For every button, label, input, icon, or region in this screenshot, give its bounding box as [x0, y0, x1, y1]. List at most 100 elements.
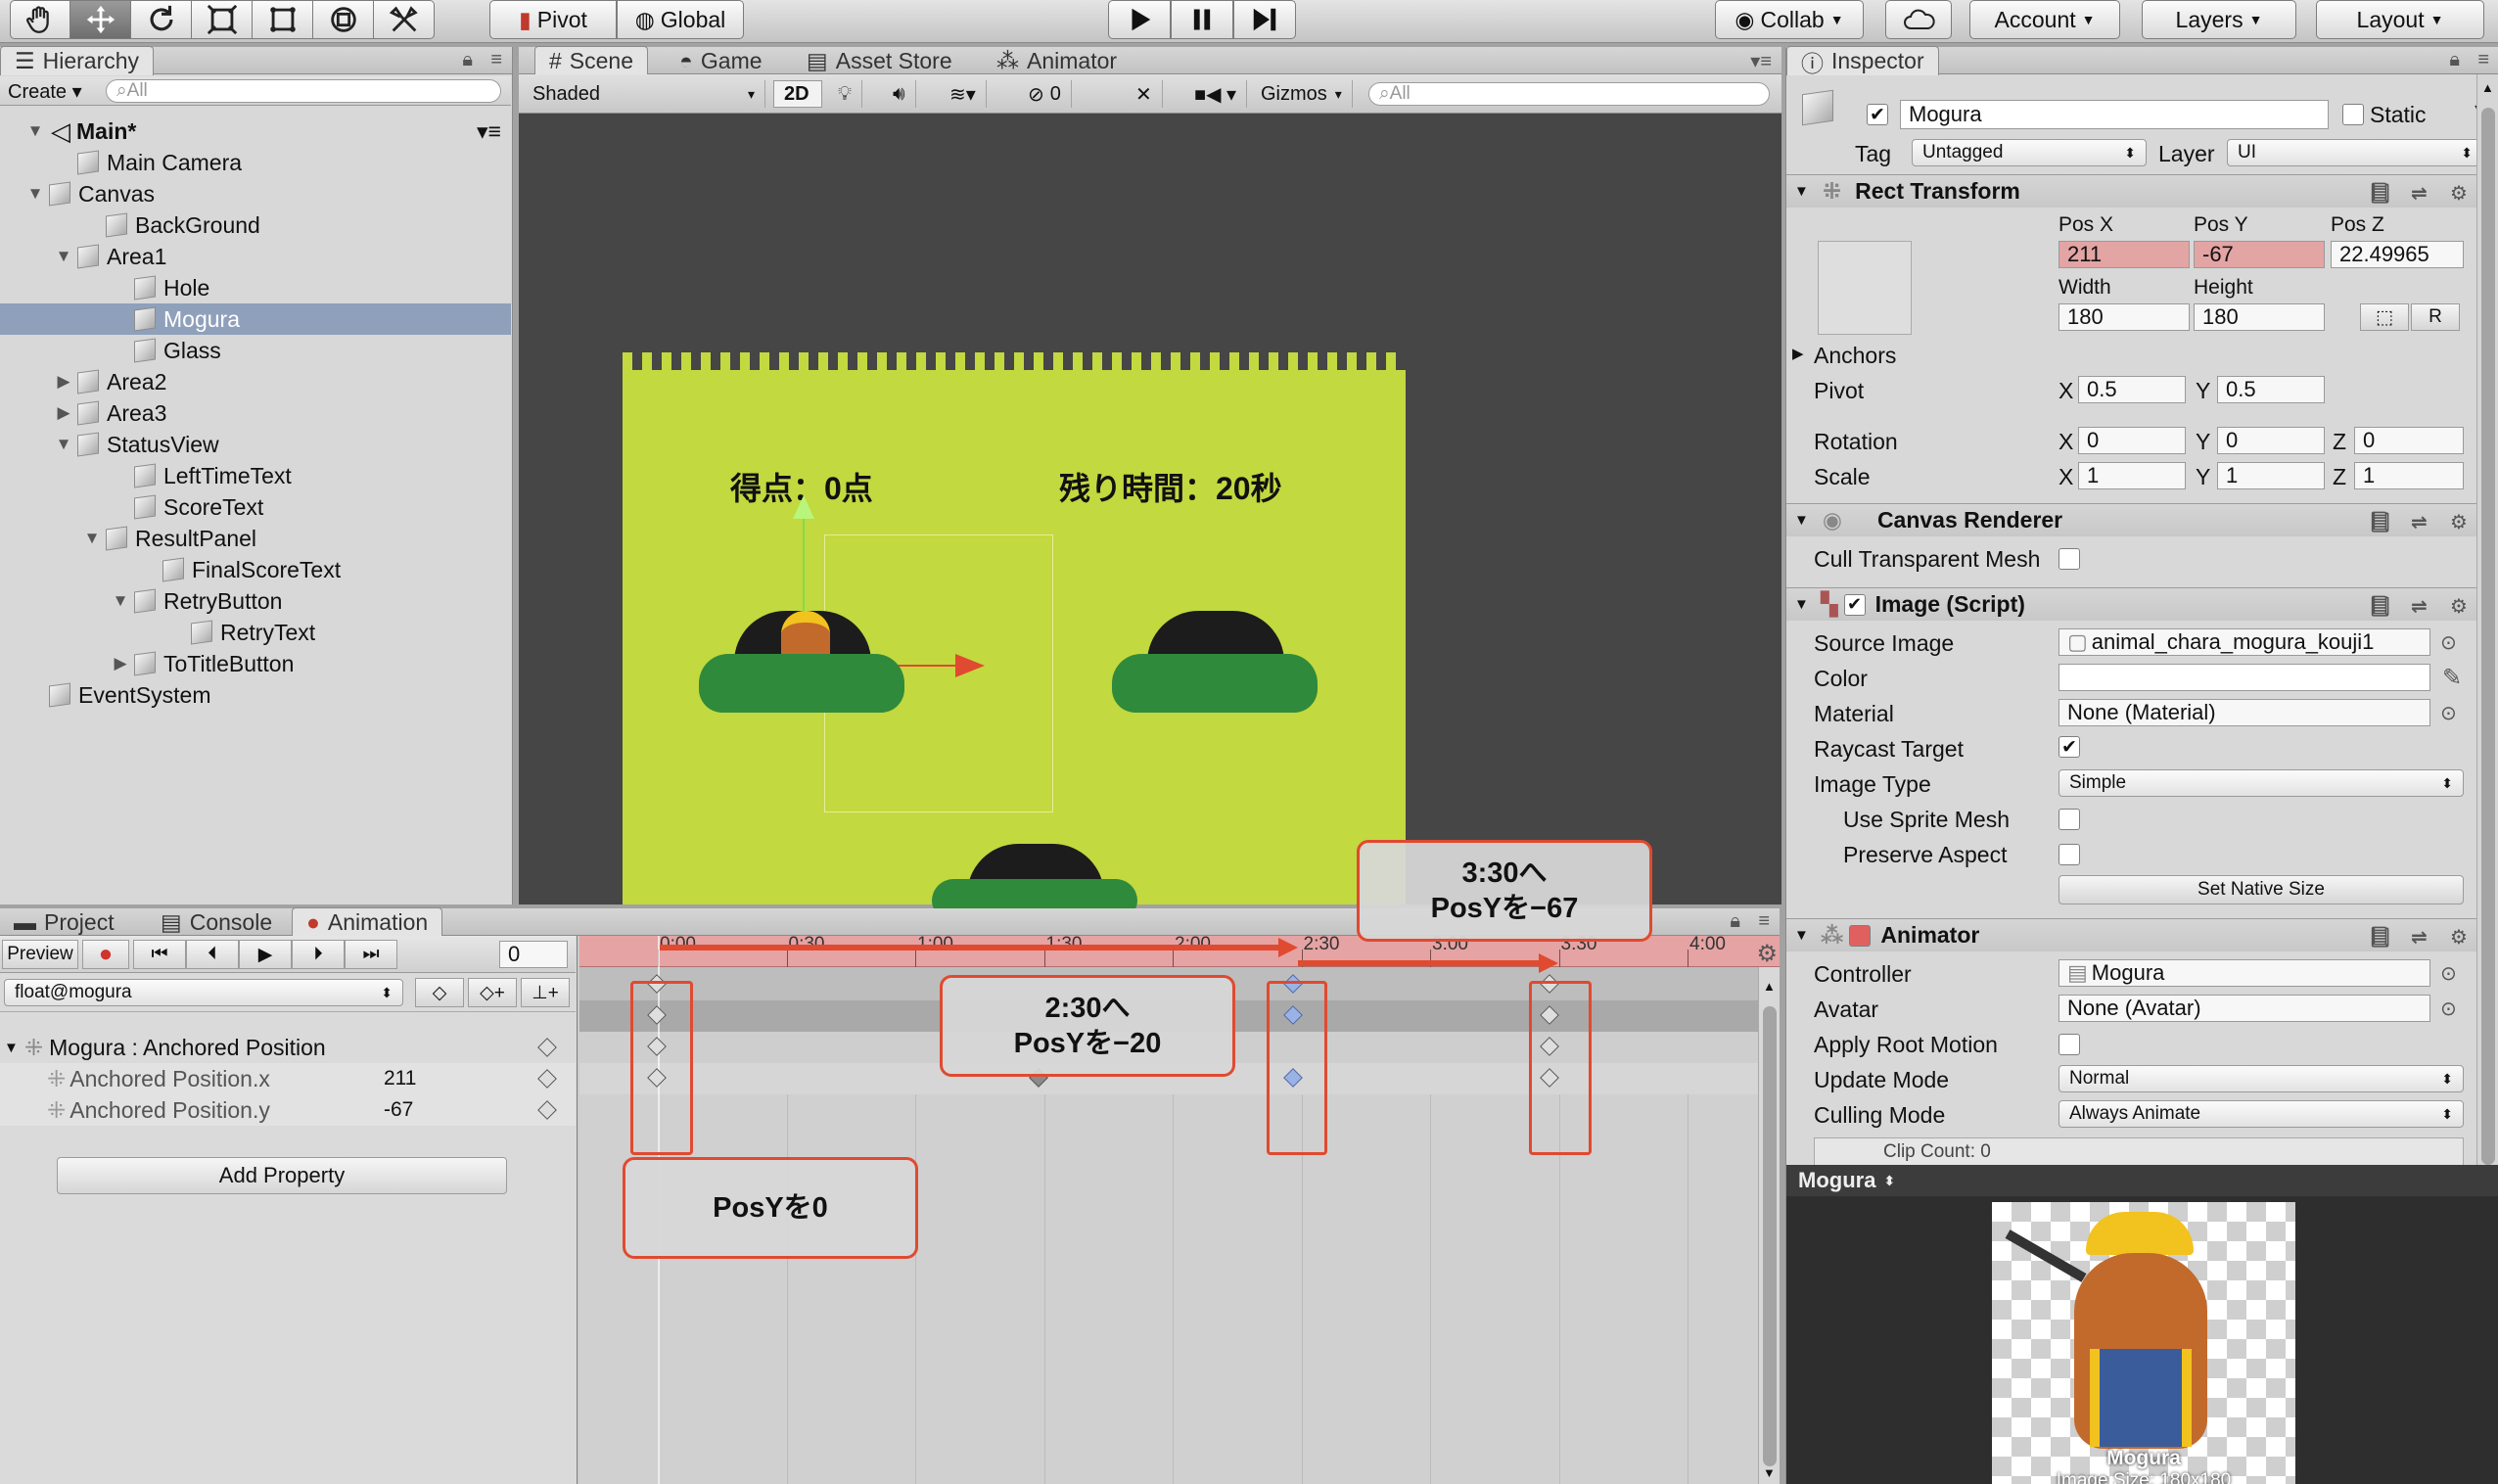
camera-dropdown[interactable]: ■◀ ▾	[1184, 80, 1248, 108]
lock-icon[interactable]: 🔒︎	[1730, 910, 1740, 933]
object-picker-icon[interactable]: ⊙	[2440, 997, 2457, 1021]
create-dropdown[interactable]: Create ▾	[8, 79, 82, 104]
scale-tool-button[interactable]	[192, 0, 253, 39]
help-book-icon[interactable]: 📘︎	[2368, 925, 2392, 950]
gear-icon[interactable]: ⚙	[2450, 510, 2468, 534]
scene-root-row[interactable]: ▼ ◁ Main* ▾≡	[0, 116, 511, 147]
expand-arrow-icon[interactable]: ▶	[1792, 345, 1804, 362]
avatar-field[interactable]: None (Avatar)	[2059, 995, 2430, 1022]
rect-tool-button[interactable]	[253, 0, 313, 39]
gear-icon[interactable]: ⚙	[2450, 594, 2468, 619]
raycast-checkbox[interactable]: ✔	[2059, 736, 2080, 758]
preset-icon[interactable]: ⇌	[2411, 181, 2428, 206]
add-event-button[interactable]: ◇+	[468, 978, 517, 1007]
preset-icon[interactable]: ⇌	[2411, 594, 2428, 619]
tab-scene[interactable]: # Scene	[534, 46, 649, 75]
scroll-thumb[interactable]	[1763, 1006, 1777, 1466]
help-book-icon[interactable]: 📘︎	[2368, 594, 2392, 619]
object-name-input[interactable]: Mogura	[1900, 100, 2329, 129]
record-button[interactable]: ●	[82, 940, 129, 969]
2d-toggle[interactable]: 2D	[773, 80, 822, 108]
scroll-up-icon[interactable]: ▲	[1763, 979, 1776, 994]
keyframe-diamond-icon[interactable]	[537, 1100, 557, 1120]
hierarchy-item[interactable]: ▼ ResultPanel	[0, 523, 511, 554]
animator-header[interactable]: ▼ ⁂ Animator 📘︎ ⇌ ⚙	[1786, 918, 2495, 951]
culling-mode-dropdown[interactable]: Always Animate ⬍	[2059, 1100, 2464, 1128]
effects-dropdown[interactable]: ≋▾	[940, 80, 987, 108]
scene-tools-button[interactable]: ✕	[1126, 80, 1163, 108]
expand-arrow-icon[interactable]: ▶	[54, 372, 73, 392]
height-input[interactable]: 180	[2194, 303, 2325, 331]
hierarchy-search-input[interactable]: ⌕ All	[106, 79, 501, 103]
hierarchy-item[interactable]: Hole	[0, 272, 511, 303]
material-field[interactable]: None (Material)	[2059, 699, 2430, 726]
clip-dropdown[interactable]: float@mogura ⬍	[4, 979, 403, 1006]
tab-inspector[interactable]: ⓘ Inspector	[1786, 46, 1939, 76]
panel-menu-icon[interactable]: ≡	[2477, 49, 2489, 71]
color-field[interactable]	[2059, 664, 2430, 691]
help-book-icon[interactable]: 📘︎	[2368, 181, 2392, 206]
tab-animator[interactable]: ⁂ Animator	[983, 47, 1131, 74]
layer-dropdown[interactable]: UI ⬍	[2227, 139, 2483, 166]
source-image-field[interactable]: ▢ animal_chara_mogura_kouji1	[2059, 628, 2430, 656]
expand-arrow-icon[interactable]: ▼	[54, 435, 73, 454]
static-checkbox[interactable]	[2342, 104, 2364, 125]
scroll-thumb[interactable]	[2481, 108, 2495, 1165]
hierarchy-item[interactable]: Mogura	[0, 303, 511, 335]
frame-input[interactable]: 0	[499, 941, 568, 968]
posx-input[interactable]: 211	[2059, 241, 2190, 268]
animator-enabled-checkbox[interactable]	[1849, 924, 1872, 947]
image-type-dropdown[interactable]: Simple ⬍	[2059, 769, 2464, 797]
property-row-y[interactable]: ⁜ Anchored Position.y -67	[0, 1094, 576, 1126]
hierarchy-item[interactable]: Glass	[0, 335, 511, 366]
add-event-marker-button[interactable]: ⊥+	[521, 978, 570, 1007]
hierarchy-item[interactable]: ▶ Area3	[0, 397, 511, 429]
scene-menu-icon[interactable]: ▾≡	[477, 118, 501, 145]
anchor-presets-button[interactable]	[1818, 241, 1912, 335]
custom-tool-button[interactable]	[374, 0, 435, 39]
scale-y-input[interactable]: 1	[2217, 462, 2325, 489]
set-native-size-button[interactable]: Set Native Size	[2059, 875, 2464, 904]
expand-arrow-icon[interactable]: ▶	[54, 403, 73, 423]
root-motion-checkbox[interactable]	[2059, 1034, 2080, 1055]
tab-animation[interactable]: ● Animation	[292, 907, 443, 937]
active-checkbox[interactable]: ✔	[1867, 104, 1888, 125]
collab-dropdown[interactable]: ◉ Collab ▼	[1715, 0, 1864, 39]
pivot-x-input[interactable]: 0.5	[2078, 376, 2186, 403]
image-enabled-checkbox[interactable]: ✔	[1843, 593, 1866, 616]
expand-arrow-icon[interactable]: ▼	[82, 529, 102, 548]
prev-key-button[interactable]: ⏴︎	[186, 940, 239, 969]
object-picker-icon[interactable]: ⊙	[2440, 630, 2457, 655]
panel-menu-icon[interactable]: ≡	[490, 49, 502, 71]
object-picker-icon[interactable]: ⊙	[2440, 701, 2457, 725]
tab-asset-store[interactable]: ▤ Asset Store	[793, 47, 966, 74]
shading-mode-dropdown[interactable]: Shaded ▾	[523, 80, 765, 108]
scroll-up-icon[interactable]: ▲	[2481, 80, 2494, 95]
next-key-button[interactable]: ⏵︎	[292, 940, 345, 969]
raw-edit-button[interactable]: R	[2411, 303, 2460, 331]
expand-arrow-icon[interactable]: ▼	[25, 184, 45, 204]
width-input[interactable]: 180	[2059, 303, 2190, 331]
hierarchy-item[interactable]: ▶ ToTitleButton	[0, 648, 511, 679]
scene-search-input[interactable]: ⌕ All	[1368, 82, 1770, 106]
preview-header[interactable]: Mogura ⬍	[1786, 1165, 2498, 1196]
account-dropdown[interactable]: Account ▼	[1969, 0, 2120, 39]
expand-arrow-icon[interactable]: ▼	[25, 121, 45, 141]
preset-icon[interactable]: ⇌	[2411, 925, 2428, 950]
collapse-arrow-icon[interactable]: ▼	[1794, 183, 1809, 200]
hierarchy-item[interactable]: ▼ RetryButton	[0, 585, 511, 617]
audio-toggle[interactable]: 🔊︎	[883, 80, 916, 108]
transform-tool-button[interactable]	[313, 0, 374, 39]
preserve-aspect-checkbox[interactable]	[2059, 844, 2080, 865]
add-keyframe-button[interactable]: ◇	[415, 978, 464, 1007]
lock-icon[interactable]: 🔒︎	[462, 49, 473, 71]
collapse-arrow-icon[interactable]: ▼	[1794, 596, 1809, 613]
hierarchy-item[interactable]: LeftTimeText	[0, 460, 511, 491]
image-header[interactable]: ▼ ▚ ✔ Image (Script) 📘︎ ⇌ ⚙	[1786, 587, 2495, 621]
update-mode-dropdown[interactable]: Normal ⬍	[2059, 1065, 2464, 1092]
hidden-objects-toggle[interactable]: ⊘ 0	[1018, 80, 1072, 108]
hierarchy-item[interactable]: ▼ StatusView	[0, 429, 511, 460]
collapse-arrow-icon[interactable]: ▼	[1794, 512, 1809, 529]
scale-z-input[interactable]: 1	[2354, 462, 2464, 489]
x-axis-arrow-icon[interactable]	[955, 654, 985, 677]
